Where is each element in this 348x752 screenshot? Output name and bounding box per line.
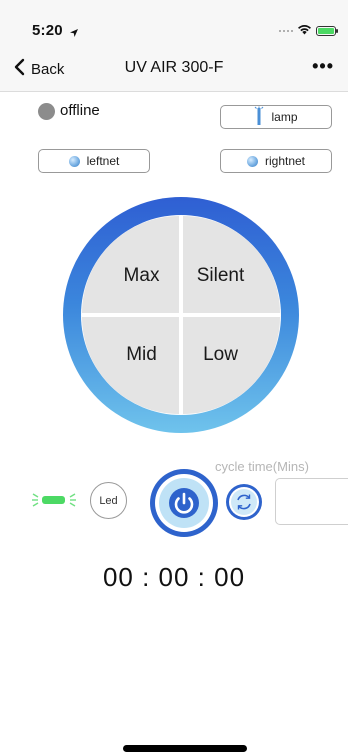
mode-silent-button[interactable]: Silent	[183, 216, 280, 313]
lamp-button[interactable]: lamp	[220, 105, 332, 129]
lamp-icon	[254, 106, 264, 129]
status-time: 5:20	[32, 22, 63, 39]
mode-max-label: Max	[123, 264, 160, 286]
rightnet-indicator-icon	[246, 155, 258, 167]
cycle-button[interactable]	[226, 484, 262, 520]
status-bar: 5:20	[0, 0, 348, 46]
led-button-label: Led	[99, 494, 118, 507]
mode-max-button[interactable]: Max	[82, 216, 179, 313]
home-indicator[interactable]	[123, 745, 247, 752]
power-button[interactable]	[150, 469, 218, 537]
leftnet-button[interactable]: leftnet	[38, 149, 150, 173]
connection-status-text: offline	[60, 102, 100, 119]
wifi-icon	[297, 22, 312, 40]
mode-silent-label: Silent	[196, 264, 245, 286]
rightnet-button[interactable]: rightnet	[220, 149, 332, 173]
mode-low-label: Low	[203, 343, 238, 365]
connection-status-dot	[38, 103, 55, 120]
location-arrow-icon	[69, 25, 79, 43]
cycle-time-input[interactable]	[275, 478, 348, 525]
rightnet-label: rightnet	[264, 154, 306, 168]
cycle-time-label: cycle time(Mins)	[215, 459, 309, 474]
battery-charging-icon	[316, 26, 338, 36]
mode-mid-label: Mid	[126, 343, 157, 365]
timer-display: 00 : 00 : 00	[102, 562, 246, 592]
lamp-label: lamp	[271, 110, 298, 124]
signal-icon	[279, 30, 293, 32]
screen: 5:20 Back UV AIR 300-F ••• offline lamp …	[0, 0, 348, 752]
more-options-button[interactable]: •••	[312, 56, 334, 77]
page-title: UV AIR 300-F	[124, 59, 224, 76]
led-indicator-icon	[30, 491, 78, 509]
leftnet-label: leftnet	[86, 154, 120, 168]
mode-wheel: Max Silent Mid Low	[63, 197, 299, 433]
leftnet-indicator-icon	[68, 155, 80, 167]
led-button[interactable]: Led	[90, 482, 127, 519]
mode-mid-button[interactable]: Mid	[82, 317, 179, 414]
mode-low-button[interactable]: Low	[183, 317, 280, 414]
navigation-bar: Back UV AIR 300-F •••	[0, 46, 348, 92]
